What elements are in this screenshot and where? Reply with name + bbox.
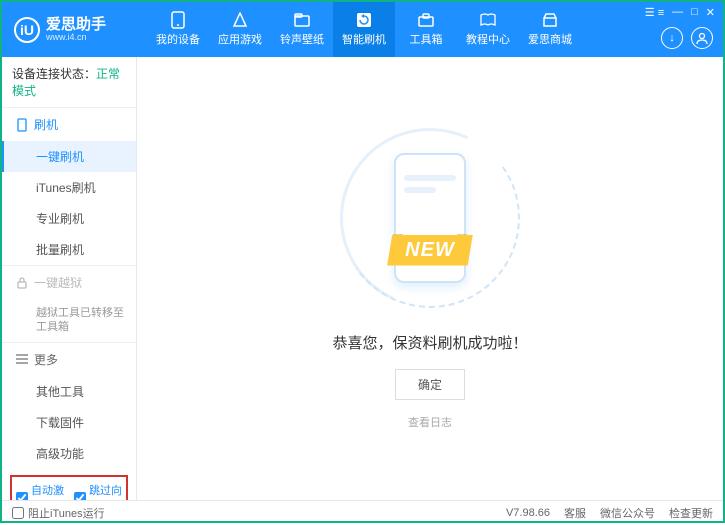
support-link[interactable]: 客服 xyxy=(564,505,586,521)
section-jailbreak[interactable]: 一键越狱 xyxy=(2,266,136,299)
main-content: NEW 恭喜您，保资料刷机成功啦！ 确定 查看日志 xyxy=(137,57,723,500)
connection-status: 设备连接状态：正常模式 xyxy=(2,57,136,107)
view-log-link[interactable]: 查看日志 xyxy=(408,414,452,430)
success-message: 恭喜您，保资料刷机成功啦！ xyxy=(332,332,527,353)
sidebar-item-jailbreak-moved: 越狱工具已转移至工具箱 xyxy=(2,299,136,342)
section-flash[interactable]: 刷机 xyxy=(2,108,136,141)
nav-tutorials[interactable]: 教程中心 xyxy=(457,2,519,57)
book-icon xyxy=(479,12,497,28)
maximize-button[interactable]: □ xyxy=(691,6,698,19)
top-nav: 我的设备 应用游戏 铃声壁纸 智能刷机 工具箱 教程中心 爱思商城 xyxy=(147,2,581,57)
minimize-button[interactable]: — xyxy=(672,6,683,19)
chk-block-itunes[interactable]: 阻止iTunes运行 xyxy=(12,505,105,521)
sidebar-item-batch-flash[interactable]: 批量刷机 xyxy=(2,234,136,265)
new-ribbon: NEW xyxy=(387,235,473,266)
header: iU 爱思助手 www.i4.cn 我的设备 应用游戏 铃声壁纸 智能刷机 工具… xyxy=(2,2,723,57)
sidebar-item-onekey-flash[interactable]: 一键刷机 xyxy=(2,141,136,172)
apps-icon xyxy=(231,12,249,28)
chk-skip-guide[interactable]: 跳过向导 xyxy=(74,482,122,500)
sidebar-item-itunes-flash[interactable]: iTunes刷机 xyxy=(2,172,136,203)
app-subtitle: www.i4.cn xyxy=(46,32,106,42)
footer: 阻止iTunes运行 V7.98.66 客服 微信公众号 检查更新 xyxy=(2,500,723,525)
logo-icon: iU xyxy=(14,17,40,43)
nav-ringtones[interactable]: 铃声壁纸 xyxy=(271,2,333,57)
flash-icon xyxy=(16,119,28,131)
folder-icon xyxy=(293,12,311,28)
nav-apps[interactable]: 应用游戏 xyxy=(209,2,271,57)
ok-button[interactable]: 确定 xyxy=(395,369,465,400)
sidebar: 设备连接状态：正常模式 刷机 一键刷机 iTunes刷机 专业刷机 批量刷机 一… xyxy=(2,57,137,500)
app-title: 爱思助手 xyxy=(46,17,106,32)
success-illustration: NEW xyxy=(340,128,520,308)
refresh-icon xyxy=(355,12,373,28)
nav-toolbox[interactable]: 工具箱 xyxy=(395,2,457,57)
options-highlight: 自动激活 跳过向导 xyxy=(10,475,128,500)
sidebar-item-advanced[interactable]: 高级功能 xyxy=(2,438,136,469)
settings-button[interactable]: ☰ ≡ xyxy=(645,6,664,19)
section-more[interactable]: 更多 xyxy=(2,343,136,376)
check-update-link[interactable]: 检查更新 xyxy=(669,505,713,521)
sidebar-item-pro-flash[interactable]: 专业刷机 xyxy=(2,203,136,234)
more-icon xyxy=(16,353,28,365)
sidebar-item-download-fw[interactable]: 下载固件 xyxy=(2,407,136,438)
store-icon xyxy=(541,12,559,28)
nav-flash[interactable]: 智能刷机 xyxy=(333,2,395,57)
logo: iU 爱思助手 www.i4.cn xyxy=(2,17,147,43)
user-buttons: ↓ xyxy=(661,27,713,49)
window-controls: ☰ ≡ — □ ✕ xyxy=(645,6,715,19)
version-label: V7.98.66 xyxy=(506,507,550,519)
download-button[interactable]: ↓ xyxy=(661,27,683,49)
device-icon xyxy=(169,12,187,28)
lock-icon xyxy=(16,277,28,289)
user-button[interactable] xyxy=(691,27,713,49)
nav-store[interactable]: 爱思商城 xyxy=(519,2,581,57)
close-button[interactable]: ✕ xyxy=(706,6,715,19)
toolbox-icon xyxy=(417,12,435,28)
wechat-link[interactable]: 微信公众号 xyxy=(600,505,655,521)
nav-my-device[interactable]: 我的设备 xyxy=(147,2,209,57)
sidebar-item-other-tools[interactable]: 其他工具 xyxy=(2,376,136,407)
chk-auto-activate[interactable]: 自动激活 xyxy=(16,482,64,500)
